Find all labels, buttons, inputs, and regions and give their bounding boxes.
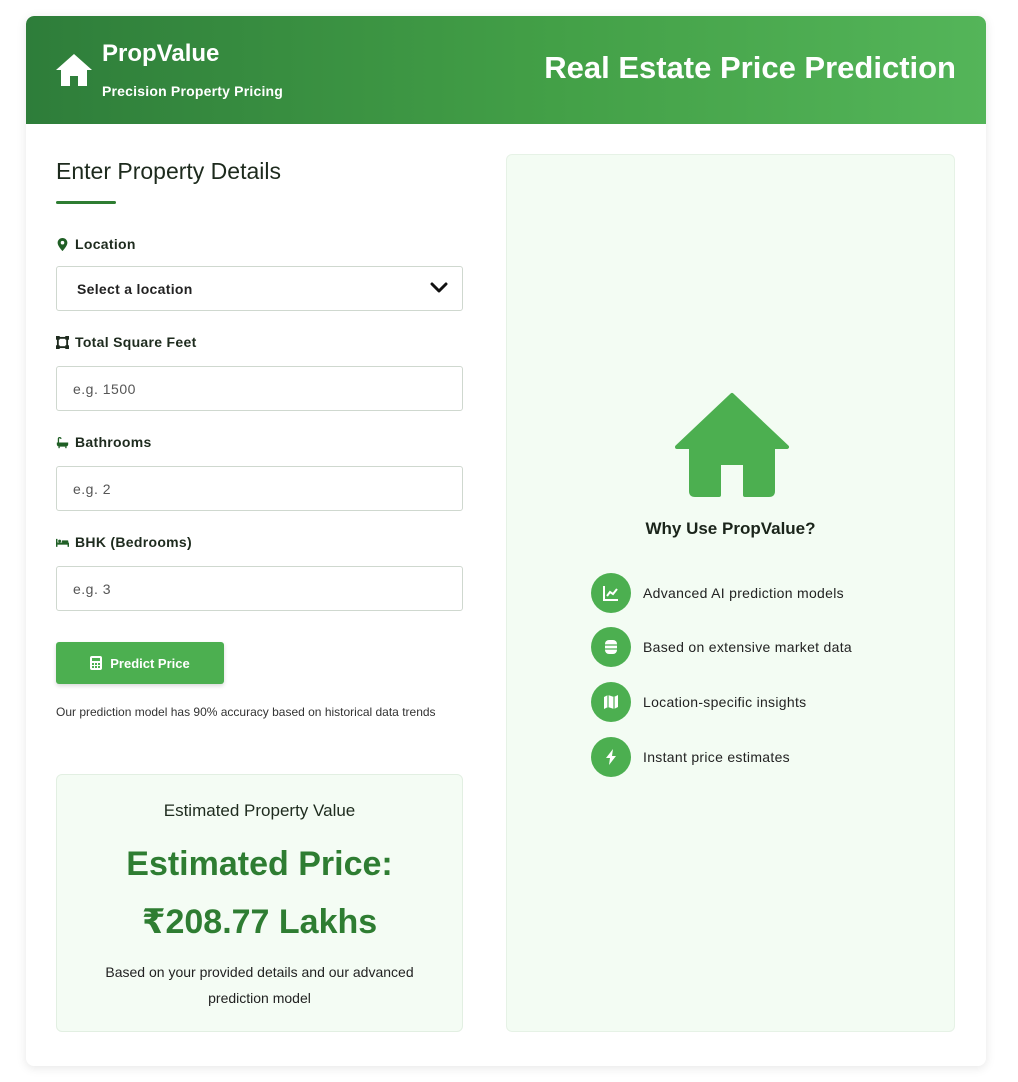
feature-label: Advanced AI prediction models <box>643 585 844 601</box>
bhk-label: BHK (Bedrooms) <box>56 534 192 550</box>
feature-label: Instant price estimates <box>643 749 790 765</box>
feature-item: Location-specific insights <box>591 682 806 722</box>
result-description: Based on your provided details and our a… <box>105 964 414 1006</box>
location-label: Location <box>56 236 136 252</box>
bed-icon <box>56 538 69 547</box>
sqft-input[interactable]: e.g. 1500 <box>56 366 463 411</box>
map-icon <box>591 682 631 722</box>
calculator-icon <box>90 656 103 670</box>
predict-price-button[interactable]: Predict Price <box>56 642 224 684</box>
page-title: Real Estate Price Prediction <box>544 50 956 85</box>
result-price-value: ₹208.77 Lakhs <box>141 903 378 941</box>
title-underline <box>56 201 116 204</box>
predict-price-label: Predict Price <box>110 655 190 671</box>
bath-label: Bathrooms <box>56 434 152 450</box>
location-label-text: Location <box>75 236 136 252</box>
chart-line-icon <box>591 573 631 613</box>
location-select-value: Select a location <box>77 280 193 297</box>
bath-label-text: Bathrooms <box>75 434 152 450</box>
accuracy-note: Our prediction model has 90% accuracy ba… <box>56 705 436 719</box>
result-heading: Estimated Property Value <box>163 801 356 820</box>
feature-item: Instant price estimates <box>591 737 790 777</box>
sqft-placeholder: e.g. 1500 <box>73 380 136 397</box>
feature-label: Based on extensive market data <box>643 639 853 655</box>
brand-tagline: Precision Property Pricing <box>102 83 284 99</box>
sqft-label: Total Square Feet <box>56 334 197 350</box>
main-card: PropValue Precision Property Pricing Rea… <box>26 16 986 1066</box>
location-select[interactable]: Select a location <box>56 266 463 311</box>
bhk-placeholder: e.g. 3 <box>73 580 112 597</box>
bolt-icon <box>591 737 631 777</box>
info-panel: Why Use PropValue? Advanced AI predictio… <box>506 154 955 1032</box>
chevron-down-icon <box>430 282 448 293</box>
map-pin-icon <box>57 237 68 251</box>
bathtub-icon <box>56 436 69 448</box>
house-icon <box>675 393 789 497</box>
result-panel: Estimated Property Value Estimated Price… <box>56 774 463 1032</box>
house-icon <box>56 54 92 86</box>
bhk-label-text: BHK (Bedrooms) <box>75 534 192 550</box>
sqft-label-text: Total Square Feet <box>75 334 197 350</box>
result-price-label: Estimated Price: <box>126 845 393 883</box>
database-icon <box>591 627 631 667</box>
bath-placeholder: e.g. 2 <box>73 480 112 497</box>
feature-item: Based on extensive market data <box>591 627 852 667</box>
brand-name: PropValue <box>102 40 220 67</box>
form-title: Enter Property Details <box>56 158 281 184</box>
bhk-input[interactable]: e.g. 3 <box>56 566 463 611</box>
feature-item: Advanced AI prediction models <box>591 573 844 613</box>
why-heading: Why Use PropValue? <box>645 519 816 538</box>
bath-input[interactable]: e.g. 2 <box>56 466 463 511</box>
feature-label: Location-specific insights <box>643 694 807 710</box>
header-banner: PropValue Precision Property Pricing Rea… <box>26 16 986 124</box>
square-icon <box>56 335 69 349</box>
